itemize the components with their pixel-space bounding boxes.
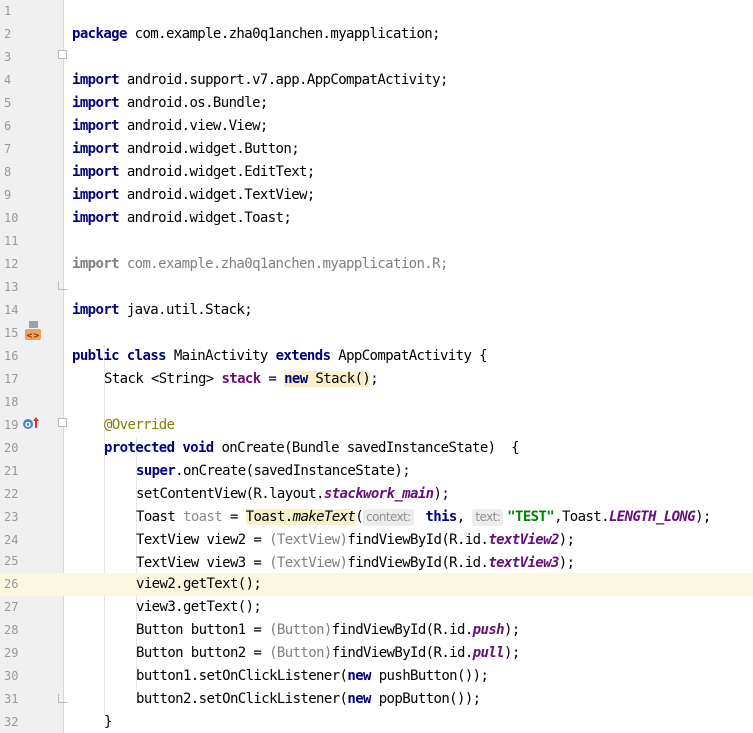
code-text: = [260,371,285,387]
code-line[interactable]: Button button2 = (Button)findViewById(R.… [0,619,753,661]
code-line[interactable]: view2.getText(); [0,550,753,592]
keyword: new [284,371,308,387]
code-line[interactable]: button1.setOnClickListener(new pushButto… [0,642,753,684]
code-line[interactable]: import android.widget.TextView; [0,161,753,203]
keyword: import [72,302,120,318]
code-text: android.widget.Toast; [118,210,292,226]
code-line[interactable]: import android.view.View; [0,92,753,134]
code-line[interactable]: Stack <String> stack = new Stack(); [0,345,753,387]
code-text: Stack <String> [104,371,222,387]
code-line[interactable]: @Override [0,391,753,433]
code-line[interactable]: import android.widget.Toast; [0,184,753,226]
code-text: java.util.Stack; [118,302,253,318]
code-text: com.example.zha0q1anchen.myapplication; [126,26,441,42]
code-line[interactable]: import android.support.v7.app.AppCompatA… [0,46,753,88]
code-line[interactable]: import java.util.Stack; [0,276,753,318]
code-text: Stack() [307,371,371,387]
code-line[interactable]: } [0,688,753,730]
code-line[interactable]: Toast toast = Toast.makeText(context: th… [0,483,753,526]
code-line[interactable]: public class MainActivity extends AppCom… [0,322,753,364]
code-line[interactable]: TextView view3 = (TextView)findViewById(… [0,529,753,571]
keyword: import [72,256,120,272]
code-line[interactable]: super.onCreate(savedInstanceState); [0,437,753,479]
code-line[interactable]: import android.os.Bundle; [0,69,753,111]
code-text: } [104,714,112,730]
keyword: package [72,26,127,42]
code-text: com.example.zha0q1anchen.myapplication.R… [118,256,449,272]
code-line[interactable]: setContentView(R.layout.stackwork_main); [0,460,753,502]
code-line[interactable]: TextView view2 = (TextView)findViewById(… [0,506,753,548]
code-text: ; [370,371,379,387]
code-line[interactable]: package com.example.zha0q1anchen.myappli… [0,0,753,42]
keyword: import [72,210,120,226]
code-line[interactable]: protected void onCreate(Bundle savedInst… [0,414,753,456]
code-line[interactable]: import android.widget.Button; [0,115,753,157]
code-line[interactable]: import android.widget.EditText; [0,138,753,180]
field-name: stack [221,371,261,387]
code-line-current[interactable]: view3.getText(); [0,573,753,615]
code-line[interactable]: button2.setOnClickListener(new popButton… [0,665,753,707]
code-line-unused-import[interactable]: import com.example.zha0q1anchen.myapplic… [0,230,753,272]
code-line[interactable]: Button button1 = (Button)findViewById(R.… [0,596,753,638]
